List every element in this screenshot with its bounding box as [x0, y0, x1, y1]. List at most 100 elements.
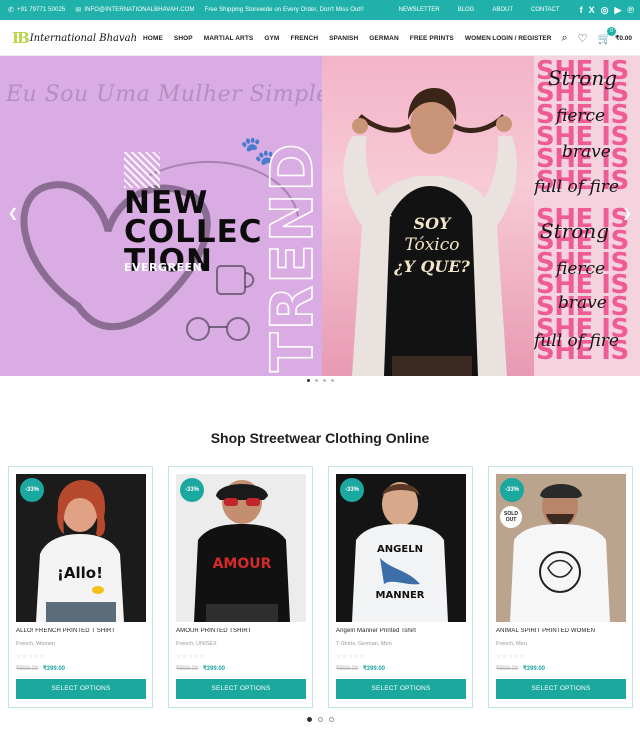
nav-shop[interactable]: SHOP: [174, 35, 193, 42]
hero-pagination: [0, 379, 640, 382]
slider-next-arrow-icon[interactable]: ❯: [622, 206, 632, 220]
product-name[interactable]: ALLO! FRENCH PRINTED T SHIRT: [16, 628, 150, 634]
rating-stars-icon: ☆☆☆☆☆: [176, 654, 206, 660]
sale-price: ₹399.00: [522, 666, 546, 672]
sale-price: ₹399.00: [42, 666, 66, 672]
main-header: IB International Bhavah HOME SHOP MARTIA…: [0, 20, 640, 56]
product-carousel-pagination: [0, 717, 640, 722]
logo-mark: IB: [12, 29, 30, 47]
nav-german[interactable]: GERMAN: [369, 35, 399, 42]
nav-free-prints[interactable]: FREE PRINTS: [410, 35, 454, 42]
product-image[interactable]: AMOUR -33%: [176, 474, 306, 622]
login-register-link[interactable]: LOGIN / REGISTER: [492, 35, 551, 42]
email-address: INFO@INTERNATIONALBHAVAH.COM: [84, 7, 195, 13]
topbar-link-blog[interactable]: BLOG: [458, 7, 475, 13]
svg-text:¡Allo!: ¡Allo!: [57, 564, 103, 582]
vertical-trend-text: TREND: [268, 141, 322, 373]
sale-price: ₹399.00: [202, 666, 226, 672]
discount-badge: -33%: [500, 478, 524, 502]
select-options-button[interactable]: SELECT OPTIONS: [496, 679, 626, 699]
section-title: Shop Streetwear Clothing Online: [210, 430, 430, 446]
svg-text:Tóxico: Tóxico: [404, 235, 459, 255]
hero-dot-4[interactable]: [330, 379, 334, 382]
x-icon[interactable]: X: [589, 0, 595, 20]
select-options-button[interactable]: SELECT OPTIONS: [176, 679, 306, 699]
word-brave-2: brave: [558, 293, 607, 313]
hero-stripe-decoration: [124, 152, 160, 188]
search-icon[interactable]: ⌕: [561, 32, 567, 45]
mail-icon: ✉: [75, 7, 82, 14]
cart-total: ₹0.00: [615, 35, 632, 42]
main-nav: HOME SHOP MARTIAL ARTS GYM FRENCH SPANIS…: [143, 20, 502, 56]
pinterest-icon[interactable]: ℗: [627, 0, 634, 20]
product-category[interactable]: T-Shirts, German, Men: [336, 641, 392, 647]
youtube-icon[interactable]: ▶: [614, 0, 621, 20]
select-options-button[interactable]: SELECT OPTIONS: [336, 679, 466, 699]
select-options-button[interactable]: SELECT OPTIONS: [16, 679, 146, 699]
hero-dot-1[interactable]: [306, 379, 310, 382]
svg-text:¿Y QUE?: ¿Y QUE?: [393, 257, 470, 276]
slider-prev-arrow-icon[interactable]: ❮: [8, 206, 18, 220]
product-image[interactable]: ANGELN MANNER -33%: [336, 474, 466, 622]
old-price: ₹599.00: [16, 666, 39, 672]
top-bar: ✆ +91 79771 50025 ✉ INFO@INTERNATIONALBH…: [0, 0, 640, 20]
svg-text:TREND: TREND: [268, 141, 322, 372]
word-fierce-1: fierce: [556, 106, 606, 126]
hero-model-panel: SOY Tóxico ¿Y QUE?: [322, 56, 534, 376]
product-image[interactable]: ¡Allo! -33%: [16, 474, 146, 622]
product-name[interactable]: ANIMAL SPIRIT PRINTED WOMEN: [496, 628, 630, 634]
nav-martial-arts[interactable]: MARTIAL ARTS: [204, 35, 254, 42]
product-price: ₹599.00 ₹399.00: [16, 665, 65, 672]
discount-badge: -33%: [340, 478, 364, 502]
old-price: ₹599.00: [176, 666, 199, 672]
hero-dot-3[interactable]: [322, 379, 326, 382]
social-links: f X ◎ ▶ ℗: [580, 0, 634, 20]
nav-spanish[interactable]: SPANISH: [329, 35, 358, 42]
facebook-icon[interactable]: f: [580, 0, 583, 20]
word-brave-1: brave: [562, 142, 611, 162]
wishlist-heart-icon[interactable]: ♡: [578, 32, 588, 45]
model-illustration: SOY Tóxico ¿Y QUE?: [343, 88, 517, 376]
rating-stars-icon: ☆☆☆☆☆: [16, 654, 46, 660]
promo-text: Free Shipping Storewide on Every Order, …: [205, 7, 364, 13]
nav-french[interactable]: FRENCH: [290, 35, 318, 42]
carousel-dot-3[interactable]: [328, 717, 334, 722]
product-name[interactable]: Angeln Manner Printed Tshirt: [336, 628, 470, 634]
topbar-link-contact[interactable]: CONTACT: [531, 7, 560, 13]
svg-text:ANGELN: ANGELN: [377, 544, 423, 555]
product-image[interactable]: -33% SOLD OUT: [496, 474, 626, 622]
sale-price: ₹399.00: [362, 666, 386, 672]
nav-home[interactable]: HOME: [143, 35, 163, 42]
cart-button[interactable]: 🛒 0 ₹0.00: [598, 26, 632, 45]
carousel-dot-2[interactable]: [317, 717, 323, 722]
product-card[interactable]: ¡Allo! -33% ALLO! FRENCH PRINTED T SHIRT…: [8, 466, 153, 708]
topbar-link-newsletter[interactable]: NEWSLETTER: [399, 7, 440, 13]
product-name[interactable]: AMOUR PRINTED TSHIRT: [176, 628, 310, 634]
discount-badge: -33%: [20, 478, 44, 502]
old-price: ₹599.00: [496, 666, 519, 672]
product-card[interactable]: AMOUR -33% AMOUR PRINTED TSHIRT French, …: [168, 466, 313, 708]
topbar-link-about[interactable]: ABOUT: [492, 7, 513, 13]
phone-contact[interactable]: ✆ +91 79771 50025: [8, 6, 65, 14]
carousel-dot-1[interactable]: [306, 717, 312, 722]
product-category[interactable]: French, Women: [16, 641, 55, 647]
product-category[interactable]: French, UNISEX: [176, 641, 217, 647]
sold-out-badge: SOLD OUT: [500, 506, 522, 528]
product-carousel: ¡Allo! -33% ALLO! FRENCH PRINTED T SHIRT…: [8, 466, 640, 708]
email-contact[interactable]: ✉ INFO@INTERNATIONALBHAVAH.COM: [75, 6, 194, 14]
hero-subheadline: EVERGREEN: [124, 261, 203, 274]
hero-dot-2[interactable]: [314, 379, 318, 382]
nav-gym[interactable]: GYM: [264, 35, 279, 42]
product-card[interactable]: ANGELN MANNER -33% Angeln Manner Printed…: [328, 466, 473, 708]
old-price: ₹599.00: [336, 666, 359, 672]
word-strong-1: Strong: [548, 66, 618, 90]
nav-women[interactable]: WOMEN: [465, 35, 491, 42]
discount-badge: -33%: [180, 478, 204, 502]
rating-stars-icon: ☆☆☆☆☆: [496, 654, 526, 660]
product-category[interactable]: French, Men: [496, 641, 527, 647]
instagram-icon[interactable]: ◎: [601, 0, 609, 20]
logo-text: International Bhavah: [29, 32, 138, 44]
product-card[interactable]: -33% SOLD OUT ANIMAL SPIRIT PRINTED WOME…: [488, 466, 633, 708]
site-logo[interactable]: IB International Bhavah: [12, 29, 137, 47]
hero-slider[interactable]: Eu Sou Uma Mulher Simples 🐾 NEW COLLEC T…: [0, 56, 640, 376]
